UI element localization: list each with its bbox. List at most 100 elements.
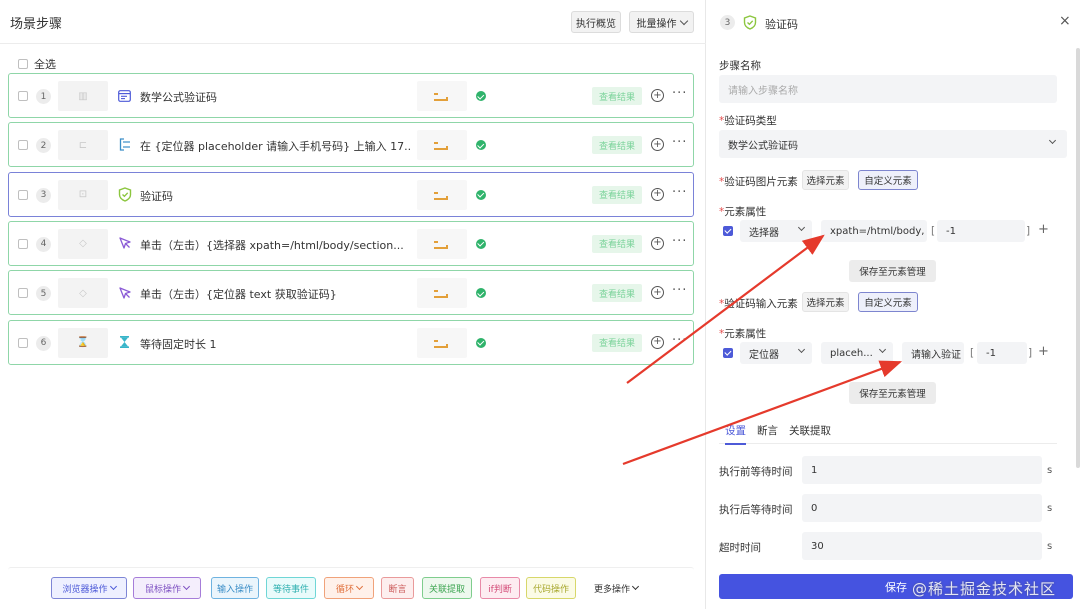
step-row[interactable]: 2 ⊏ 在 {定位器 placeholder 请输入手机号码} 上输入 17... 查…: [8, 122, 694, 168]
step-checkbox[interactable]: [18, 288, 28, 299]
toolbar-button[interactable]: 等待事件: [266, 577, 316, 599]
attr2-value-input[interactable]: 请输入验证: [902, 342, 964, 364]
chevron-down-icon: [109, 582, 117, 591]
step-row[interactable]: 4 ◇ 单击（左击）{选择器 xpath=/html/body/section...…: [8, 220, 694, 266]
custom-element-button[interactable]: 自定义元素: [858, 292, 918, 312]
more-icon[interactable]: ···: [672, 135, 687, 150]
attr2-index-value: -1: [986, 347, 996, 359]
watermark: @稀土掘金技术社区: [912, 580, 1057, 598]
attr1-index-value: -1: [946, 225, 956, 237]
run-overview-button[interactable]: 执行概览: [571, 11, 621, 33]
attr2-checkbox[interactable]: [723, 348, 733, 358]
more-icon[interactable]: ···: [672, 86, 687, 101]
attr1-index-input[interactable]: -1: [937, 220, 1025, 242]
step-thumbnail: ▥: [58, 81, 108, 111]
toolbar-button[interactable]: 断言: [381, 577, 414, 599]
attr2-index-input[interactable]: -1: [977, 342, 1027, 364]
attr1-value-text: xpath=/html/body,: [830, 225, 925, 237]
captcha-type-label: *验证码类型: [719, 113, 777, 128]
step-toolbar: 浏览器操作 鼠标操作 输入操作 等待事件 循环 断言 关联提取 if判断 代码操作 更多操作: [8, 567, 694, 605]
add-step-icon[interactable]: +: [651, 236, 664, 250]
close-icon[interactable]: ×: [1059, 13, 1071, 29]
attr1-type-value: 选择器: [749, 227, 779, 239]
select-element-button[interactable]: 选择元素: [802, 170, 849, 190]
timeout-label: 超时时间: [719, 542, 761, 554]
attr1-value-input[interactable]: xpath=/html/body,: [821, 220, 927, 242]
select-element-button[interactable]: 选择元素: [802, 292, 849, 312]
step-checkbox[interactable]: [18, 140, 28, 151]
view-result-button[interactable]: 查看结果: [592, 284, 642, 303]
add-step-icon[interactable]: +: [651, 335, 664, 349]
toolbar-button[interactable]: 关联提取: [422, 577, 472, 599]
step-checkbox[interactable]: [18, 337, 28, 348]
step-preview: [417, 179, 467, 210]
step-preview: [417, 327, 467, 358]
toolbar-button-label: 断言: [388, 584, 407, 595]
step-row[interactable]: 6 ⌛ 等待固定时长 1 查看结果 + ···: [8, 319, 694, 365]
toolbar-button[interactable]: 输入操作: [211, 577, 259, 599]
step-checkbox[interactable]: [18, 91, 28, 101]
add-attr-icon[interactable]: +: [1038, 344, 1049, 359]
toolbar-button[interactable]: if判断: [480, 577, 520, 599]
select-all-checkbox[interactable]: [18, 59, 28, 69]
more-icon[interactable]: ···: [672, 333, 687, 348]
toolbar-button[interactable]: 鼠标操作: [133, 577, 201, 599]
add-attr-icon[interactable]: +: [1038, 222, 1049, 237]
toolbar-button[interactable]: 浏览器操作: [51, 577, 127, 599]
attr1-bracket-open: [: [931, 225, 936, 237]
scene-steps-panel: 场景步骤 执行概览 批量操作 全选 1 ▥ 数学公式验证码 查看结果 + ··· 2 ⊏ 在 {…: [0, 0, 706, 609]
step-row[interactable]: 5 ◇ 单击（左击）{定位器 text 获取验证码} 查看结果 + ···: [8, 270, 694, 316]
add-step-icon[interactable]: +: [651, 286, 664, 300]
toolbar-button[interactable]: 代码操作: [526, 577, 576, 599]
toolbar-button[interactable]: 更多操作: [585, 577, 647, 599]
save-to-element-manager-button[interactable]: 保存至元素管理: [849, 260, 936, 282]
attr1-bracket-close: ]: [1026, 225, 1031, 237]
chevron-down-icon: [631, 582, 640, 591]
step-number-badge: 4: [36, 236, 51, 252]
chevron-down-icon: [355, 582, 364, 591]
attr2-sub-select[interactable]: placeh...: [821, 342, 893, 364]
success-icon: [476, 238, 486, 249]
step-row[interactable]: 1 ▥ 数学公式验证码 查看结果 + ···: [8, 73, 694, 118]
tab-settings[interactable]: 设置: [725, 423, 746, 445]
step-checkbox[interactable]: [18, 238, 28, 249]
attr2-type-select[interactable]: 定位器: [740, 342, 812, 364]
more-icon[interactable]: ···: [672, 185, 687, 200]
save-to-element-manager-button[interactable]: 保存至元素管理: [849, 382, 936, 404]
more-icon[interactable]: ···: [672, 283, 687, 298]
toolbar-button-label: 鼠标操作: [144, 584, 181, 595]
step-row[interactable]: 3 ⊡ 验证码 查看结果 + ···: [8, 171, 694, 217]
toolbar-button-label: 关联提取: [428, 584, 465, 595]
toolbar-button[interactable]: 循环: [324, 577, 374, 599]
tab-assertion[interactable]: 断言: [757, 423, 778, 438]
view-result-button[interactable]: 查看结果: [592, 234, 642, 253]
after-wait-input[interactable]: 0: [802, 494, 1042, 522]
timeout-input[interactable]: 30: [802, 532, 1042, 560]
scene-steps-header: 场景步骤 执行概览 批量操作: [0, 0, 706, 44]
view-result-button[interactable]: 查看结果: [592, 136, 642, 155]
captcha-type-select[interactable]: 数学公式验证码: [719, 130, 1067, 158]
shield-check-icon: [117, 186, 132, 202]
step-name-input[interactable]: 请输入步骤名称: [719, 75, 1057, 103]
custom-element-button[interactable]: 自定义元素: [858, 170, 918, 190]
captcha-image-element-label: *验证码图片元素: [719, 174, 798, 189]
add-step-icon[interactable]: +: [651, 89, 664, 102]
tab-extraction[interactable]: 关联提取: [789, 423, 831, 438]
view-result-button[interactable]: 查看结果: [592, 185, 642, 204]
step-checkbox[interactable]: [18, 189, 28, 200]
captcha-input-element-label-text: 验证码输入元素: [724, 298, 798, 310]
add-step-icon[interactable]: +: [651, 187, 664, 201]
step-thumbnail: ◇: [58, 278, 108, 309]
step-preview: [417, 278, 467, 309]
scrollbar[interactable]: [1076, 48, 1080, 468]
add-step-icon[interactable]: +: [651, 138, 664, 152]
attr1-type-select[interactable]: 选择器: [740, 220, 812, 242]
step-number-badge: 2: [36, 138, 51, 154]
attr1-checkbox[interactable]: [723, 226, 733, 236]
select-all[interactable]: 全选: [18, 56, 56, 72]
more-icon[interactable]: ···: [672, 234, 687, 249]
batch-operation-button[interactable]: 批量操作: [629, 11, 694, 33]
view-result-button[interactable]: 查看结果: [592, 333, 642, 352]
before-wait-input[interactable]: 1: [802, 456, 1042, 484]
view-result-button[interactable]: 查看结果: [592, 87, 642, 105]
